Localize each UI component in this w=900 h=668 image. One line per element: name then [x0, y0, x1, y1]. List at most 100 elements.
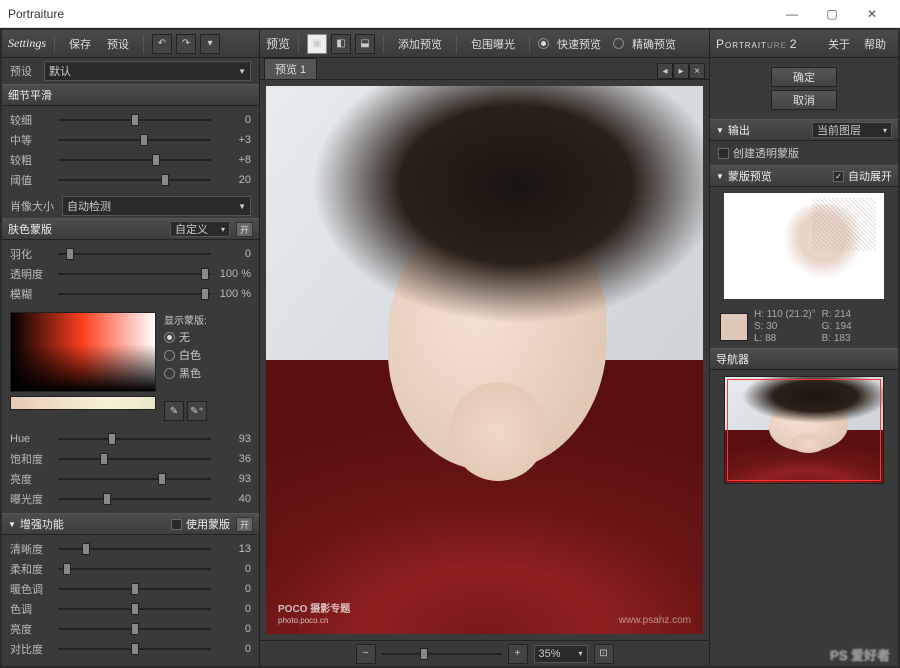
save-button[interactable]: 保存	[63, 34, 97, 54]
mask-preview-header[interactable]: ▼ 蒙版预览 ✓ 自动展开	[710, 165, 898, 187]
enhance-open-badge[interactable]: 开	[236, 517, 253, 532]
hsl-row: 亮度 93	[10, 469, 251, 489]
hue-strip[interactable]	[10, 396, 156, 410]
eyedropper-plus-icon[interactable]: ✎⁺	[187, 401, 207, 421]
slider-label: Hue	[10, 433, 52, 445]
mask-preview-image	[724, 193, 884, 299]
slider-label: 阈值	[10, 172, 52, 188]
close-button[interactable]: ✕	[852, 0, 892, 28]
slider-value: +8	[217, 154, 251, 166]
preset-label: 预设	[10, 63, 44, 79]
view-single-icon[interactable]: ▣	[307, 34, 327, 54]
enhance-row: 对比度0	[10, 639, 251, 659]
slider-value: +3	[217, 134, 251, 146]
create-mask-checkbox[interactable]	[718, 148, 729, 159]
hsl-row: 饱和度 36	[10, 449, 251, 469]
slider-label: 色调	[10, 601, 52, 617]
portrait-size-select[interactable]: 自动检测 ▼	[62, 196, 251, 216]
eyedropper-icon[interactable]: ✎	[164, 401, 184, 421]
preview-label: 预览	[266, 35, 290, 52]
slider-value: 36	[217, 453, 251, 465]
slider-label: 中等	[10, 132, 52, 148]
zoom-select[interactable]: 35%▾	[534, 645, 588, 663]
chevron-down-icon: ▼	[716, 126, 724, 135]
skin-mask-header[interactable]: 肤色蒙版 自定义▾ 开	[2, 218, 259, 240]
accurate-preview-radio[interactable]	[613, 38, 624, 49]
navigator-thumb[interactable]	[724, 376, 884, 484]
portrait-size-label: 肖像大小	[10, 198, 62, 214]
titlebar: Portraiture — ▢ ✕	[0, 0, 900, 28]
about-button[interactable]: 关于	[822, 34, 856, 54]
watermark-psahz: www.psahz.com	[619, 615, 691, 626]
fit-icon[interactable]: ⊡	[594, 644, 614, 664]
enhance-row: 色调 0	[10, 599, 251, 619]
zoom-out-button[interactable]: −	[356, 644, 376, 664]
slider-value: 13	[217, 543, 251, 555]
slider-label: 饱和度	[10, 451, 52, 467]
minimize-button[interactable]: —	[772, 0, 812, 28]
navigator-header[interactable]: 导航器	[710, 348, 898, 370]
slider-value: 0	[217, 563, 251, 575]
skin-row: 透明度 100 %	[10, 264, 251, 284]
slider-value: 93	[217, 433, 251, 445]
view-split-v-icon[interactable]: ⬓	[355, 34, 375, 54]
dropdown-icon[interactable]: ▾	[200, 34, 220, 54]
show-mask-label: 显示蒙版:	[164, 312, 251, 327]
mask-none-radio[interactable]	[164, 332, 175, 343]
fast-preview-radio[interactable]	[538, 38, 549, 49]
watermark-poco: POCO 摄影专题 photo.poco.cn	[278, 600, 350, 626]
undo-button[interactable]: ↶	[152, 34, 172, 54]
hsl-row: 曝光度40	[10, 489, 251, 509]
output-target-select[interactable]: 当前图层▾	[812, 122, 892, 138]
window-title: Portraiture	[8, 7, 64, 21]
slider-label: 亮度	[10, 621, 52, 637]
mask-white-radio[interactable]	[164, 350, 175, 361]
tab-next-icon[interactable]: ▸	[673, 63, 689, 79]
detail-row: 阈值20	[10, 170, 251, 190]
detail-smoothing-header[interactable]: 细节平滑	[2, 84, 259, 106]
page-watermark: PS 爱好者	[830, 645, 890, 664]
redo-button[interactable]: ↷	[176, 34, 196, 54]
bracket-exposure-button[interactable]: 包围曝光	[465, 34, 521, 54]
use-mask-checkbox[interactable]	[171, 519, 182, 530]
slider-value: 93	[217, 473, 251, 485]
auto-expand-checkbox[interactable]: ✓	[833, 171, 844, 182]
mask-black-radio[interactable]	[164, 368, 175, 379]
skin-open-badge[interactable]: 开	[236, 222, 253, 237]
enhance-header[interactable]: ▼ 增强功能 使用蒙版 开	[2, 513, 259, 535]
preset-select[interactable]: 默认 ▼	[44, 61, 251, 81]
skin-mode-select[interactable]: 自定义▾	[170, 221, 230, 237]
slider-label: 模糊	[10, 286, 52, 302]
slider-value: 0	[217, 643, 251, 655]
tab-prev-icon[interactable]: ◂	[657, 63, 673, 79]
preview-image[interactable]: POCO 摄影专题 photo.poco.cn www.psahz.com	[266, 86, 703, 634]
ok-button[interactable]: 确定	[771, 67, 837, 87]
slider-label: 亮度	[10, 471, 52, 487]
preview-tab-1[interactable]: 预览 1	[264, 58, 317, 79]
cancel-button[interactable]: 取消	[771, 90, 837, 110]
skin-row: 模糊100 %	[10, 284, 251, 304]
enhance-row: 暖色调0	[10, 579, 251, 599]
slider-value: 0	[217, 248, 251, 260]
help-button[interactable]: 帮助	[858, 34, 892, 54]
view-split-h-icon[interactable]: ◧	[331, 34, 351, 54]
chevron-down-icon: ▼	[716, 172, 724, 181]
zoom-in-button[interactable]: +	[508, 644, 528, 664]
output-header[interactable]: ▼ 输出 当前图层▾	[710, 119, 898, 141]
add-preview-button[interactable]: 添加预览	[392, 34, 448, 54]
slider-label: 暖色调	[10, 581, 52, 597]
preset-button[interactable]: 预设	[101, 34, 135, 54]
settings-label: Settings	[8, 36, 46, 51]
skin-row: 羽化0	[10, 244, 251, 264]
color-picker-area[interactable]	[10, 312, 156, 392]
slider-value: 100 %	[217, 268, 251, 280]
tab-close-icon[interactable]: ×	[689, 63, 705, 79]
slider-label: 曝光度	[10, 491, 52, 507]
maximize-button[interactable]: ▢	[812, 0, 852, 28]
slider-label: 柔和度	[10, 561, 52, 577]
slider-value: 0	[217, 623, 251, 635]
slider-label: 透明度	[10, 266, 52, 282]
detail-row: 较粗+8	[10, 150, 251, 170]
slider-value: 0	[217, 603, 251, 615]
color-info: H: 110 (21.2)° S: 30 L: 88 R: 214 G: 194…	[710, 305, 898, 348]
